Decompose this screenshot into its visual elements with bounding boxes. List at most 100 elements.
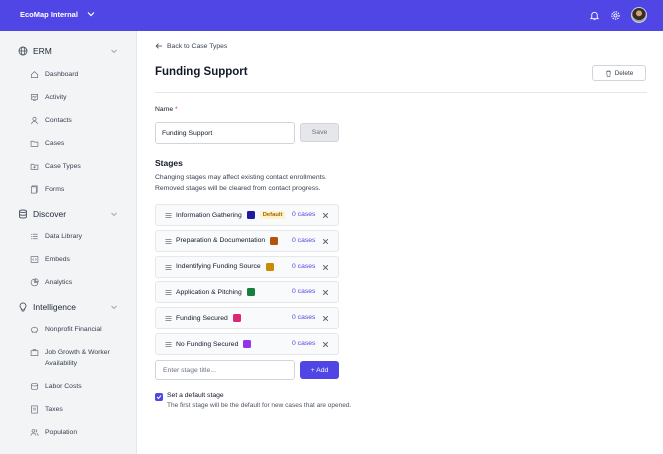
drag-handle-icon[interactable] bbox=[165, 315, 172, 322]
sidebar-item-label: Data Library bbox=[45, 233, 83, 240]
stage-case-count[interactable]: 0 cases bbox=[292, 340, 315, 347]
default-badge: Default bbox=[259, 211, 286, 219]
sidebar-section-discover[interactable]: Discover bbox=[18, 207, 118, 221]
divider bbox=[155, 92, 647, 93]
stage-case-count[interactable]: 0 cases bbox=[292, 263, 315, 270]
stage-name-group: Preparation & Documentation bbox=[176, 236, 279, 245]
drag-handle-icon[interactable] bbox=[165, 341, 172, 348]
stage-row[interactable]: Information Gathering Default 0 cases bbox=[155, 204, 339, 226]
folder-icon bbox=[30, 140, 39, 147]
sidebar-item-labor-costs[interactable]: Labor Costs bbox=[30, 382, 125, 392]
stage-case-count[interactable]: 0 cases bbox=[292, 314, 315, 321]
stage-row[interactable]: Application & Pitching 0 cases bbox=[155, 281, 339, 304]
stage-color-swatch[interactable] bbox=[243, 340, 252, 348]
sidebar-section-erm[interactable]: ERM bbox=[18, 44, 118, 58]
close-icon[interactable] bbox=[322, 238, 329, 245]
stage-name-group: Information Gathering Default bbox=[176, 211, 286, 219]
close-icon[interactable] bbox=[322, 212, 329, 219]
add-stage-button[interactable]: + Add bbox=[300, 361, 339, 379]
chevron-down-icon[interactable] bbox=[110, 47, 118, 55]
stage-name: Preparation & Documentation bbox=[176, 237, 266, 245]
sidebar-item-label: Analytics bbox=[45, 279, 73, 286]
sidebar-item-case-types[interactable]: Case Types bbox=[30, 162, 125, 172]
sidebar-item-embeds[interactable]: Embeds bbox=[30, 255, 125, 265]
stage-case-count[interactable]: 0 cases bbox=[292, 237, 315, 244]
sidebar-item-label: Cases bbox=[45, 140, 65, 147]
sidebar-item-label: Population bbox=[45, 429, 78, 436]
stage-name: Funding Secured bbox=[176, 314, 228, 322]
stage-case-count[interactable]: 0 cases bbox=[292, 288, 315, 295]
delete-button[interactable]: Delete bbox=[592, 65, 646, 81]
stage-case-count[interactable]: 0 cases bbox=[292, 211, 315, 218]
chevron-down-icon bbox=[87, 12, 95, 17]
drag-handle-icon[interactable] bbox=[165, 289, 172, 296]
gear-icon[interactable] bbox=[610, 10, 621, 21]
sidebar-item-contacts[interactable]: Contacts bbox=[30, 116, 125, 126]
drag-handle-icon[interactable] bbox=[165, 264, 172, 271]
list-icon bbox=[30, 233, 38, 240]
bell-icon[interactable] bbox=[589, 10, 600, 21]
sidebar-section-intelligence[interactable]: Intelligence bbox=[18, 300, 118, 314]
save-button[interactable]: Save bbox=[300, 123, 339, 142]
sidebar-item-label: Labor Costs bbox=[45, 383, 82, 390]
sidebar-item-label: Contacts bbox=[45, 117, 72, 124]
users-icon bbox=[30, 429, 39, 436]
delete-button-label: Delete bbox=[614, 69, 634, 77]
database-icon bbox=[19, 209, 27, 219]
stage-row[interactable]: No Funding Secured 0 cases bbox=[155, 333, 339, 355]
sidebar-item-label: Forms bbox=[45, 186, 65, 193]
default-stage-help: The first stage will be the default for … bbox=[167, 402, 352, 409]
sidebar-item-activity[interactable]: Activity bbox=[30, 93, 125, 103]
stage-name-group: Application & Pitching bbox=[176, 288, 255, 297]
trash-icon bbox=[605, 70, 611, 77]
back-link-label: Back to Case Types bbox=[167, 42, 228, 50]
close-icon[interactable] bbox=[322, 289, 329, 296]
sidebar-section-title: ERM bbox=[33, 46, 52, 56]
lightbulb-icon bbox=[19, 302, 27, 312]
sidebar-item-taxes[interactable]: Taxes bbox=[30, 405, 125, 415]
close-icon[interactable] bbox=[322, 341, 329, 348]
name-field-label: Name * bbox=[155, 106, 178, 113]
sidebar-item-label: Nonprofit Financial bbox=[45, 326, 102, 333]
stage-color-swatch[interactable] bbox=[232, 314, 241, 323]
name-field[interactable] bbox=[155, 122, 295, 144]
sidebar-item-cases[interactable]: Cases bbox=[30, 139, 125, 149]
sidebar-item-dashboard[interactable]: Dashboard bbox=[30, 70, 125, 80]
org-switcher[interactable]: EcoMap Internal bbox=[20, 9, 96, 19]
sidebar-item-data-library[interactable]: Data Library bbox=[30, 232, 125, 242]
stage-row[interactable]: Preparation & Documentation 0 cases bbox=[155, 229, 339, 252]
sidebar-section-title: Discover bbox=[33, 209, 67, 219]
stage-color-swatch[interactable] bbox=[265, 262, 274, 271]
stages-heading: Stages bbox=[155, 158, 183, 168]
stage-color-swatch[interactable] bbox=[270, 236, 279, 245]
new-stage-input[interactable] bbox=[155, 360, 295, 380]
chevron-down-icon[interactable] bbox=[110, 210, 118, 218]
stage-row[interactable]: Indentifying Funding Source 0 cases bbox=[155, 255, 339, 278]
stage-name: No Funding Secured bbox=[176, 340, 239, 348]
sidebar-item-population[interactable]: Population bbox=[30, 428, 125, 438]
sidebar-item-nonprofit-financial[interactable]: Nonprofit Financial bbox=[30, 325, 125, 335]
chevron-down-icon[interactable] bbox=[110, 303, 118, 311]
briefcase-icon bbox=[30, 349, 39, 357]
user-icon bbox=[31, 116, 38, 125]
sidebar-item-forms[interactable]: Forms bbox=[30, 185, 125, 195]
avatar[interactable] bbox=[631, 7, 647, 23]
stage-color-swatch[interactable] bbox=[246, 211, 255, 219]
close-icon[interactable] bbox=[322, 264, 329, 271]
close-icon[interactable] bbox=[322, 315, 329, 322]
stage-color-swatch[interactable] bbox=[246, 288, 255, 297]
required-mark: * bbox=[175, 106, 178, 113]
main-content: Back to Case Types Funding Support Delet… bbox=[137, 31, 663, 454]
sidebar-item-analytics[interactable]: Analytics bbox=[30, 278, 125, 288]
arrow-left-icon bbox=[155, 43, 162, 49]
sidebar-item-job-growth[interactable]: Job Growth & Worker Availability bbox=[30, 348, 125, 369]
drag-handle-icon[interactable] bbox=[165, 212, 172, 219]
stage-row[interactable]: Funding Secured 0 cases bbox=[155, 307, 339, 330]
back-link[interactable]: Back to Case Types bbox=[155, 42, 227, 50]
stage-name-group: Funding Secured bbox=[176, 314, 241, 323]
default-stage-checkbox[interactable] bbox=[155, 393, 163, 401]
stages-description: Changing stages may affect existing cont… bbox=[155, 174, 327, 192]
drag-handle-icon[interactable] bbox=[165, 238, 172, 245]
home-icon bbox=[30, 71, 39, 79]
sidebar-item-label: Job Growth & Worker Availability bbox=[45, 349, 110, 367]
